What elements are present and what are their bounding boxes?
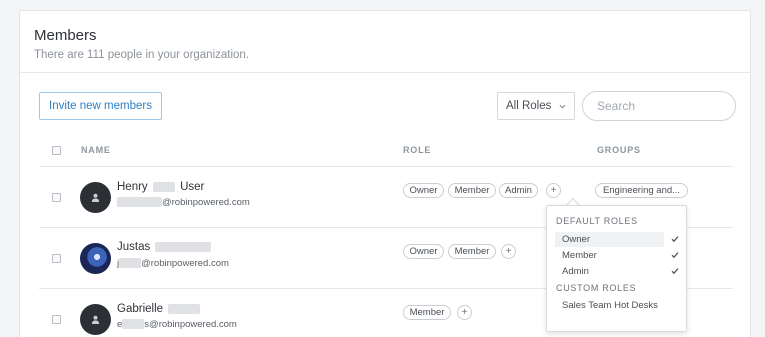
- row-checkbox[interactable]: [52, 193, 61, 202]
- role-tag-owner[interactable]: Owner: [403, 183, 444, 198]
- avatar: [80, 182, 111, 213]
- add-role-button[interactable]: +: [546, 183, 561, 198]
- column-header-groups[interactable]: GROUPS: [597, 145, 641, 155]
- check-icon: [671, 268, 679, 275]
- role-tag-member[interactable]: Member: [448, 244, 496, 259]
- member-email: e s@robinpowered.com: [117, 319, 237, 330]
- check-icon: [671, 252, 679, 259]
- member-count-text: There are 111 people in your organizatio…: [34, 49, 250, 61]
- row-checkbox[interactable]: [52, 254, 61, 263]
- member-name[interactable]: Justas: [117, 241, 212, 253]
- role-option-owner[interactable]: Owner: [555, 232, 664, 247]
- plus-icon: +: [550, 185, 557, 196]
- role-filter-select[interactable]: All Roles: [497, 92, 575, 120]
- page-title: Members: [34, 27, 97, 44]
- role-filter-value: All Roles: [506, 100, 552, 112]
- search-input[interactable]: [582, 91, 736, 121]
- members-header: Members There are 111 people in your org…: [20, 11, 750, 73]
- redacted-text: [168, 303, 201, 314]
- role-tag-member[interactable]: Member: [403, 305, 451, 320]
- member-email: @robinpowered.com: [117, 197, 250, 208]
- person-icon: [91, 193, 100, 202]
- person-icon: [91, 315, 100, 324]
- member-name[interactable]: Gabrielle: [117, 303, 201, 315]
- members-card: Members There are 111 people in your org…: [19, 10, 751, 337]
- row-checkbox[interactable]: [52, 315, 61, 324]
- redacted-text: [152, 181, 175, 192]
- role-option-member[interactable]: Member: [555, 248, 664, 263]
- header-divider: [39, 166, 733, 167]
- add-role-button[interactable]: +: [501, 244, 516, 259]
- plus-icon: +: [461, 307, 468, 318]
- member-name[interactable]: Henry User: [117, 181, 204, 193]
- column-header-role[interactable]: ROLE: [403, 145, 431, 155]
- redacted-text: [155, 241, 212, 252]
- custom-roles-heading: CUSTOM ROLES: [556, 283, 637, 293]
- plus-icon: +: [505, 246, 512, 257]
- invite-members-button[interactable]: Invite new members: [39, 92, 162, 120]
- group-tag[interactable]: Engineering and...: [595, 183, 688, 198]
- role-option-sales-team-hot-desks[interactable]: Sales Team Hot Desks: [555, 298, 680, 313]
- add-role-button[interactable]: +: [457, 305, 472, 320]
- default-roles-heading: DEFAULT ROLES: [556, 216, 638, 226]
- member-email: j @robinpowered.com: [117, 258, 229, 269]
- check-icon: [671, 236, 679, 243]
- select-all-checkbox[interactable]: [52, 146, 61, 155]
- role-dropdown-menu: DEFAULT ROLES Owner Member Admin CUSTOM …: [546, 205, 687, 332]
- redacted-text: [119, 258, 142, 269]
- avatar: [80, 243, 111, 274]
- role-tag-owner[interactable]: Owner: [403, 244, 444, 259]
- role-tag-admin[interactable]: Admin: [499, 183, 538, 198]
- chevron-down-icon: [559, 104, 566, 109]
- avatar: [80, 304, 111, 335]
- redacted-text: [117, 197, 162, 208]
- redacted-text: [122, 319, 145, 330]
- role-option-admin[interactable]: Admin: [555, 264, 664, 279]
- column-header-name[interactable]: NAME: [81, 145, 111, 155]
- role-tag-member[interactable]: Member: [448, 183, 496, 198]
